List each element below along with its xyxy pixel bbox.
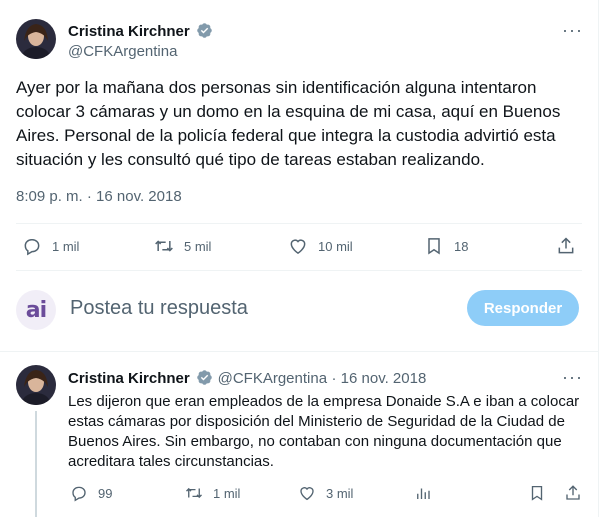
bookmark-count: 18: [454, 238, 469, 254]
bookmark-button[interactable]: 18: [424, 236, 468, 256]
divider: [16, 223, 582, 224]
retweet-button[interactable]: 5 mil: [154, 236, 211, 256]
reply-submit-button[interactable]: Responder: [467, 290, 579, 326]
reply-retweet-button[interactable]: 1 mil: [185, 484, 240, 502]
reply-author-handle[interactable]: @CFKArgentina: [218, 370, 327, 387]
share-icon: [558, 237, 574, 254]
reply-button[interactable]: 1 mil: [22, 236, 79, 256]
timeline-frame: Cristina Kirchner @CFKArgentina ··· Ayer…: [0, 0, 599, 517]
author-handle[interactable]: @CFKArgentina: [68, 43, 177, 60]
reply-icon: [72, 486, 86, 502]
verified-badge-icon[interactable]: [196, 22, 213, 39]
thread-line: [35, 411, 37, 517]
reply-more-options-icon[interactable]: ···: [562, 367, 583, 388]
reply-icon: [24, 239, 40, 256]
heart-icon: [300, 487, 314, 501]
reply-like-button[interactable]: 3 mil: [298, 484, 353, 502]
verified-badge-icon[interactable]: [196, 369, 213, 386]
reply-bookmark-button[interactable]: [528, 484, 556, 502]
reply-views-button[interactable]: [414, 484, 442, 502]
share-button[interactable]: [556, 236, 586, 256]
reply-header: Cristina Kirchner @CFKArgentina · 16 nov…: [68, 369, 426, 388]
reply-tweet-text: Les dijeron que eran empleados de la emp…: [68, 393, 580, 470]
reply-count: 1 mil: [52, 238, 80, 254]
tweet-timestamp[interactable]: 8:09 p. m. · 16 nov. 2018: [16, 188, 182, 205]
reply-input[interactable]: Postea tu respuesta: [70, 297, 248, 320]
author-name[interactable]: Cristina Kirchner: [68, 23, 190, 40]
author-name-row: Cristina Kirchner: [68, 22, 213, 41]
reply-date[interactable]: · 16 nov. 2018: [332, 370, 427, 387]
retweet-icon: [186, 487, 202, 499]
reply-share-button[interactable]: [564, 484, 592, 502]
analytics-icon: [417, 488, 430, 499]
reply-author-avatar[interactable]: [16, 365, 56, 405]
composer-avatar[interactable]: ai: [16, 290, 56, 330]
divider: [0, 351, 598, 352]
divider: [16, 270, 582, 271]
reply-reply-count: 99: [98, 485, 113, 501]
bookmark-icon: [428, 238, 440, 255]
reply-author-name[interactable]: Cristina Kirchner: [68, 370, 190, 387]
more-options-icon[interactable]: ···: [562, 20, 583, 41]
like-button[interactable]: 10 mil: [288, 236, 353, 256]
retweet-icon: [155, 240, 173, 252]
reply-retweet-count: 1 mil: [213, 485, 241, 501]
reply-like-count: 3 mil: [326, 485, 354, 501]
composer-avatar-text: ai: [25, 297, 47, 323]
reply-reply-button[interactable]: 99: [70, 484, 112, 502]
share-icon: [566, 485, 580, 500]
retweet-count: 5 mil: [184, 238, 212, 254]
author-avatar[interactable]: [16, 19, 56, 59]
like-count: 10 mil: [318, 238, 353, 254]
heart-icon: [290, 239, 306, 254]
tweet-text: Ayer por la mañana dos personas sin iden…: [16, 78, 561, 169]
bookmark-icon: [531, 485, 543, 501]
